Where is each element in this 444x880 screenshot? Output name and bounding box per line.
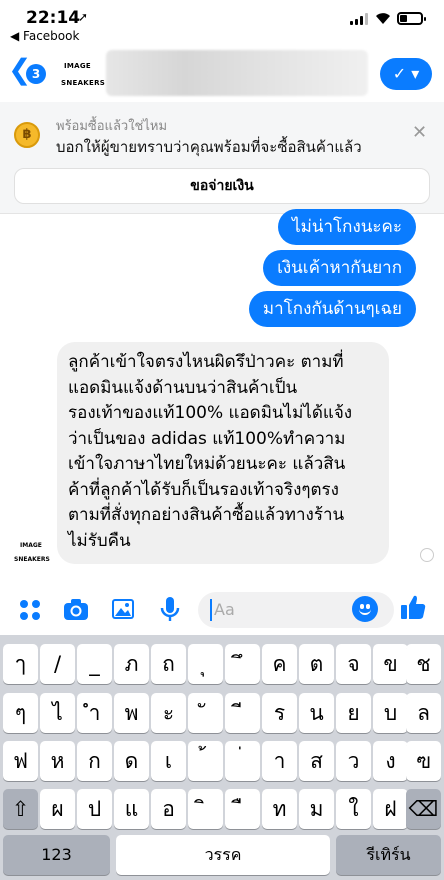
location-arrow-icon: ➚ — [78, 10, 89, 24]
key[interactable]: ้ — [188, 741, 223, 781]
shift-key[interactable]: ⇧ — [3, 789, 38, 829]
close-icon[interactable]: ✕ — [412, 122, 427, 143]
thumbs-up-icon[interactable] — [399, 593, 427, 621]
sender-avatar-line1: IMAGE — [20, 542, 42, 549]
unread-count-badge[interactable]: 3 — [26, 64, 46, 84]
key[interactable]: ำ — [77, 693, 112, 733]
key[interactable]: ร — [262, 693, 297, 733]
request-payment-button[interactable]: ขอจ่ายเงิน — [14, 168, 430, 204]
message-line: ค้าที่ลูกค้าได้รับก็เป็นรองเท้าจริงๆตรง — [68, 479, 339, 500]
key[interactable]: ๆ — [3, 693, 38, 733]
message-line: ลูกค้าเข้าใจตรงไหนผิดรึป่าวคะ ตามที่ — [68, 352, 344, 372]
grid-icon[interactable] — [16, 595, 44, 623]
key[interactable]: ก — [77, 741, 112, 781]
message-line: แอดมินแจ้งด้านบนว่าสินค้าเป็น — [68, 377, 298, 398]
sender-avatar[interactable]: IMAGE SNEAKERS — [14, 541, 50, 569]
key[interactable]: ่ — [225, 741, 260, 781]
conversation-header: ❮ 3 IMAGE SNEAKERS ✓ ▾ — [0, 46, 444, 102]
key[interactable]: ค — [262, 644, 297, 684]
key[interactable]: ๅ — [3, 644, 38, 684]
key[interactable]: ด — [114, 741, 149, 781]
banner-title: พร้อมซื้อแล้วใช่ไหม — [56, 119, 168, 134]
key[interactable]: ว — [336, 741, 371, 781]
return-key[interactable]: รีเทิร์น — [336, 835, 441, 875]
key[interactable]: ป — [77, 789, 112, 829]
payment-banner: ฿ พร้อมซื้อแล้วใช่ไหม บอกให้ผู้ขายทราบว่… — [0, 102, 444, 214]
key[interactable]: ย — [336, 693, 371, 733]
key[interactable]: ต — [299, 644, 334, 684]
key[interactable]: ท — [262, 789, 297, 829]
key[interactable]: า — [262, 741, 297, 781]
coin-icon: ฿ — [14, 122, 40, 148]
key[interactable]: ึ — [225, 644, 260, 684]
key[interactable]: ภ — [114, 644, 149, 684]
key[interactable]: พ — [114, 693, 149, 733]
wifi-icon — [376, 13, 390, 24]
key[interactable]: ั — [188, 693, 223, 733]
key[interactable]: ื — [225, 789, 260, 829]
status-time: 22:14 — [26, 8, 81, 28]
avatar-logo-line1: IMAGE — [64, 62, 92, 70]
thai-keyboard: ๅ / _ ภ ถ ุ ึ ค ต จ ข ช ๆ ไ ำ พ ะ ั ี ร … — [0, 635, 444, 880]
message-line: ว่าเป็นของ adidas แท้100%ทำความ — [68, 428, 346, 449]
key[interactable]: ผ — [40, 789, 75, 829]
outgoing-message[interactable]: ไม่น่าโกงนะคะ — [278, 209, 416, 245]
banner-subtitle: บอกให้ผู้ขายทราบว่าคุณพร้อมที่จะซื้อสินค… — [56, 138, 362, 156]
key[interactable]: ฝ — [373, 789, 408, 829]
key[interactable]: เ — [151, 741, 186, 781]
contact-name-redacted[interactable] — [106, 50, 368, 96]
photo-icon[interactable] — [109, 595, 137, 623]
key[interactable]: / — [40, 644, 75, 684]
key[interactable]: ช — [406, 644, 441, 684]
key[interactable]: ิ — [188, 789, 223, 829]
numbers-key[interactable]: 123 — [3, 835, 110, 875]
key[interactable]: ถ — [151, 644, 186, 684]
space-key[interactable]: วรรค — [116, 835, 330, 875]
key[interactable]: อ — [151, 789, 186, 829]
key[interactable]: ฃ — [406, 741, 441, 781]
key[interactable]: ะ — [151, 693, 186, 733]
mark-done-button[interactable]: ✓ ▾ — [380, 58, 432, 90]
message-line: ตามที่สั่งทุกอย่างสินค้าซื้อแล้วทางร้าน — [68, 505, 345, 525]
key[interactable]: ล — [406, 693, 441, 733]
key[interactable]: _ — [77, 644, 112, 684]
key[interactable]: บ — [373, 693, 408, 733]
key[interactable]: ใ — [336, 789, 371, 829]
back-to-facebook-link[interactable]: ◀ Facebook — [10, 29, 79, 43]
contact-avatar[interactable]: IMAGE SNEAKERS — [56, 56, 105, 92]
message-line: รองเท้าของแท้100% แอดมินไม่ได้แจ้ง — [68, 403, 353, 423]
key[interactable]: แ — [114, 789, 149, 829]
key[interactable]: ส — [299, 741, 334, 781]
microphone-icon[interactable] — [156, 595, 184, 623]
camera-icon[interactable] — [62, 595, 90, 623]
outgoing-message[interactable]: เงินเค้าหากันยาก — [263, 250, 416, 286]
text-caret — [210, 599, 212, 621]
message-input-placeholder: Aa — [214, 600, 235, 619]
key[interactable]: ห — [40, 741, 75, 781]
message-line: เข้าใจภาษาไทยใหม่ด้วยนะคะ แล้วสิน — [68, 454, 346, 474]
read-receipt-avatar — [420, 548, 434, 562]
delete-key[interactable]: ⌫ — [406, 789, 441, 829]
emoji-icon[interactable] — [352, 596, 378, 622]
key[interactable]: ม — [299, 789, 334, 829]
outgoing-message[interactable]: มาโกงกันด้านๆเฉย — [248, 291, 416, 327]
key[interactable]: น — [299, 693, 334, 733]
key[interactable]: จ — [336, 644, 371, 684]
status-bar: 22:14 ➚ ◀ Facebook — [0, 0, 444, 46]
key[interactable]: ข — [373, 644, 408, 684]
key[interactable]: ุ — [188, 644, 223, 684]
key[interactable]: ี — [225, 693, 260, 733]
incoming-message[interactable]: ลูกค้าเข้าใจตรงไหนผิดรึป่าวคะ ตามที่ แอด… — [57, 342, 389, 564]
sender-avatar-line2: SNEAKERS — [14, 556, 50, 563]
avatar-logo-line2: SNEAKERS — [61, 79, 106, 87]
key[interactable]: ไ — [40, 693, 75, 733]
battery-icon — [397, 12, 426, 25]
key[interactable]: ฟ — [3, 741, 38, 781]
message-line: ไม่รับคืน — [68, 530, 131, 551]
cellular-signal-icon — [350, 13, 368, 25]
key[interactable]: ง — [373, 741, 408, 781]
